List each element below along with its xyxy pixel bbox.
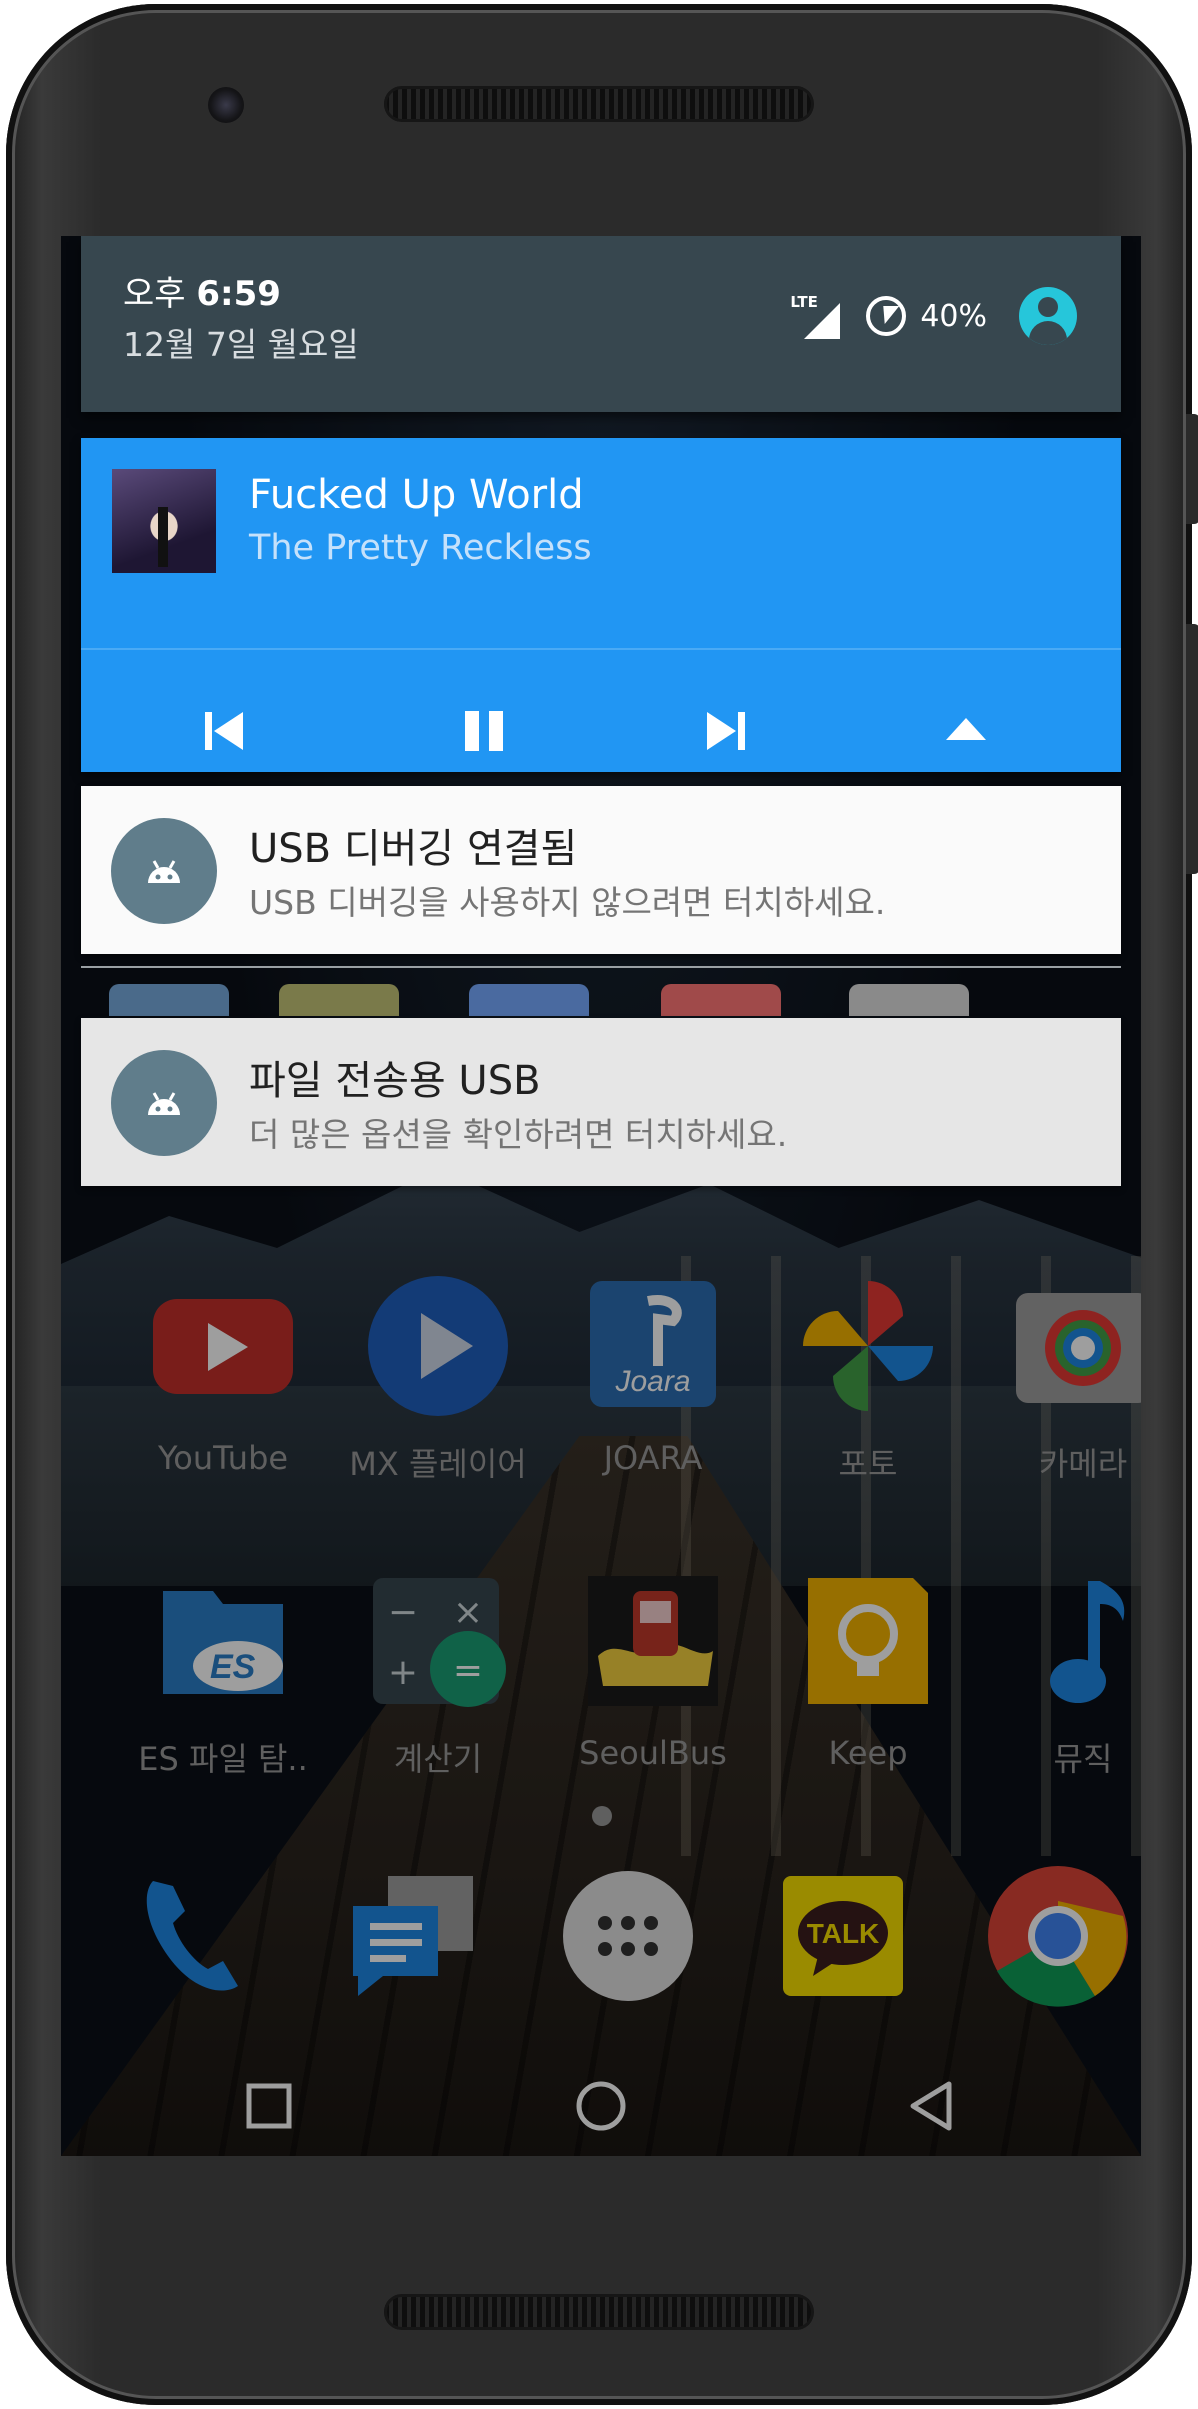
notification-title: 파일 전송용 USB: [249, 1058, 541, 1104]
front-camera: [208, 87, 244, 123]
usb-file-transfer-notification[interactable]: 파일 전송용 USB 더 많은 옵션을 확인하려면 터치하세요.: [81, 1018, 1121, 1186]
android-icon: [111, 818, 217, 924]
peek-app-icon: [109, 984, 229, 1016]
date: 12월 7일 월요일: [123, 325, 359, 364]
volume-button: [1186, 624, 1198, 874]
usb-debugging-notification[interactable]: USB 디버깅 연결됨 USB 디버깅을 사용하지 않으려면 터치하세요.: [81, 786, 1121, 954]
notification-header[interactable]: 오후 6:59 12월 7일 월요일 LTE 40%: [81, 236, 1121, 412]
time-prefix: 오후: [123, 274, 186, 314]
previous-button[interactable]: [189, 696, 259, 766]
previous-icon: [205, 712, 243, 750]
divider: [81, 966, 1121, 968]
time-value: 6:59: [196, 274, 281, 314]
user-avatar-icon[interactable]: [1019, 287, 1077, 345]
notification-text: 더 많은 옵션을 확인하려면 터치하세요.: [249, 1115, 788, 1154]
phone-frame: YouTube MX 플레이어 Joara JOARA 포토 카메라 ES ES…: [6, 4, 1198, 2405]
peek-app-icon: [469, 984, 589, 1016]
peek-app-icon: [279, 984, 399, 1016]
album-art: [112, 469, 216, 573]
collapse-icon: [946, 718, 986, 740]
track-artist: The Pretty Reckless: [249, 528, 592, 568]
screen: YouTube MX 플레이어 Joara JOARA 포토 카메라 ES ES…: [61, 236, 1141, 2156]
collapse-button[interactable]: [931, 696, 1001, 766]
peek-app-icon: [849, 984, 969, 1016]
battery-charging-icon: [866, 296, 907, 336]
divider: [81, 648, 1121, 650]
clock: 오후 6:59: [123, 266, 281, 315]
power-button: [1186, 414, 1198, 524]
top-speaker: [384, 86, 814, 122]
track-title: Fucked Up World: [249, 472, 584, 518]
media-notification[interactable]: Fucked Up World The Pretty Reckless: [81, 438, 1121, 772]
peek-row: [81, 966, 1121, 1016]
battery-percent: 40%: [920, 298, 987, 334]
next-icon: [707, 712, 745, 750]
notification-text: USB 디버깅을 사용하지 않으려면 터치하세요.: [249, 883, 886, 922]
next-button[interactable]: [691, 696, 761, 766]
lte-signal-icon: LTE: [790, 293, 841, 339]
bottom-speaker: [384, 2294, 814, 2330]
notification-title: USB 디버깅 연결됨: [249, 826, 578, 872]
peek-app-icon: [661, 984, 781, 1016]
pause-button[interactable]: [449, 696, 519, 766]
status-icons: LTE 40%: [790, 284, 1077, 348]
pause-icon: [465, 711, 503, 751]
android-icon: [111, 1050, 217, 1156]
